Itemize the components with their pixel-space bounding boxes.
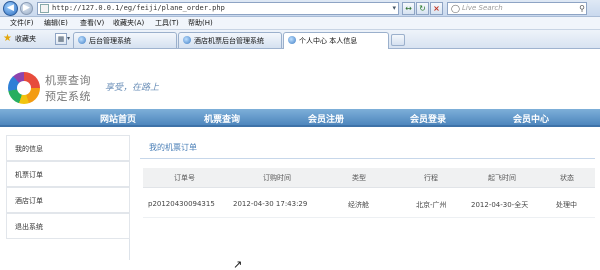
cell-route: 北京-广州: [416, 201, 447, 209]
stop-icon[interactable]: ×: [430, 2, 443, 15]
search-box[interactable]: ◯ Live Search ⚲: [447, 2, 587, 15]
refresh-icon[interactable]: ↻: [416, 2, 429, 15]
tab-label: 酒店机票后台管理系统: [194, 37, 264, 45]
menu-help[interactable]: 帮助(H): [188, 18, 213, 28]
quick-tabs-icon[interactable]: ▦: [55, 33, 67, 45]
sidebar-item-flight-orders[interactable]: 机票订单: [6, 161, 130, 187]
cell-status: 处理中: [556, 201, 577, 209]
menu-view[interactable]: 查看(V): [80, 18, 104, 28]
nav-home[interactable]: 网站首页: [100, 112, 136, 125]
address-bar[interactable]: http://127.0.0.1/eg/feiji/plane_order.ph…: [37, 2, 399, 15]
logo-swirl-icon: [8, 72, 40, 104]
sidebar-item-label: 机票订单: [15, 171, 43, 179]
compatibility-view-icon[interactable]: ↔: [402, 2, 415, 15]
sidebar-item-label: 酒店订单: [15, 197, 43, 205]
page-title: 我的机票订单: [149, 143, 197, 152]
forward-arrow-icon[interactable]: ▶: [20, 2, 33, 15]
nav-flight-search[interactable]: 机票查询: [204, 112, 240, 125]
search-icon[interactable]: ⚲: [579, 3, 585, 14]
star-icon[interactable]: ★: [3, 33, 12, 44]
logo-text-line1: 机票查询: [45, 74, 91, 87]
menu-favorites[interactable]: 收藏夹(A): [113, 18, 144, 28]
search-input[interactable]: Live Search: [462, 4, 503, 12]
page-icon: [40, 4, 49, 13]
column-header-route: 行程: [424, 174, 438, 182]
slogan: 享受，在路上: [105, 83, 160, 93]
column-header-order-no: 订单号: [174, 174, 195, 182]
chevron-down-icon[interactable]: ▾: [67, 35, 70, 42]
table-header: 订单号 订购时间 类型 行程 起飞时间 状态: [143, 168, 595, 188]
tab-label: 后台管理系统: [89, 37, 131, 45]
favorites-bar: ★ 收藏夹 ▦ ▾ 后台管理系统 酒店机票后台管理系统 个人中心 本人信息: [0, 30, 600, 49]
ie-page-icon: [183, 36, 191, 44]
main-nav: 网站首页 机票查询 会员注册 会员登录 会员中心: [0, 109, 600, 127]
table-row-divider: [143, 217, 595, 218]
logo-text-line2: 预定系统: [45, 90, 91, 103]
live-search-logo-icon: ◯: [451, 4, 460, 13]
menu-bar: 文件(F) 编辑(E) 查看(V) 收藏夹(A) 工具(T) 帮助(H): [0, 17, 600, 30]
tab-label: 个人中心 本人信息: [299, 37, 358, 45]
favorites-label[interactable]: 收藏夹: [15, 34, 36, 44]
sidebar-item-my-info[interactable]: 我的信息: [6, 135, 130, 161]
address-text[interactable]: http://127.0.0.1/eg/feiji/plane_order.ph…: [52, 4, 225, 12]
menu-edit[interactable]: 编辑(E): [44, 18, 68, 28]
cell-type: 经济舱: [348, 201, 369, 209]
nav-member-center[interactable]: 会员中心: [513, 112, 549, 125]
cell-order-time: 2012-04-30 17:43:29: [233, 200, 308, 208]
column-header-order-time: 订购时间: [263, 174, 291, 182]
menu-tools[interactable]: 工具(T): [155, 18, 179, 28]
ie-page-icon: [78, 36, 86, 44]
ie-page-icon: [288, 36, 296, 44]
sidebar-item-label: 我的信息: [15, 145, 43, 153]
web-page: 机票查询 预定系统 享受，在路上 网站首页 机票查询 会员注册 会员登录 会员中…: [0, 50, 600, 270]
back-arrow-icon[interactable]: ◀: [3, 1, 18, 16]
sidebar: 我的信息 机票订单 酒店订单 退出系统: [6, 135, 130, 260]
cell-order-no[interactable]: p20120430094315: [148, 200, 215, 208]
sidebar-item-logout[interactable]: 退出系统: [6, 213, 130, 239]
sidebar-item-hotel-orders[interactable]: 酒店订单: [6, 187, 130, 213]
nav-login[interactable]: 会员登录: [410, 112, 446, 125]
tab-personal-center[interactable]: 个人中心 本人信息: [283, 32, 389, 49]
new-tab-button[interactable]: [391, 34, 405, 46]
browser-address-row: ◀ ▶ http://127.0.0.1/eg/feiji/plane_orde…: [0, 0, 600, 17]
tab-backend-admin[interactable]: 后台管理系统: [73, 32, 177, 48]
divider: [140, 158, 595, 159]
menu-file[interactable]: 文件(F): [10, 18, 34, 28]
column-header-status: 状态: [560, 174, 574, 182]
sidebar-item-label: 退出系统: [15, 223, 43, 231]
column-header-departure: 起飞时间: [488, 174, 516, 182]
tab-hotel-flight-admin[interactable]: 酒店机票后台管理系统: [178, 32, 282, 48]
chevron-down-icon[interactable]: ▾: [392, 3, 396, 14]
nav-register[interactable]: 会员注册: [308, 112, 344, 125]
cell-departure: 2012-04-30-全天: [471, 201, 529, 209]
column-header-type: 类型: [352, 174, 366, 182]
mouse-cursor-icon: ↗: [233, 258, 243, 270]
